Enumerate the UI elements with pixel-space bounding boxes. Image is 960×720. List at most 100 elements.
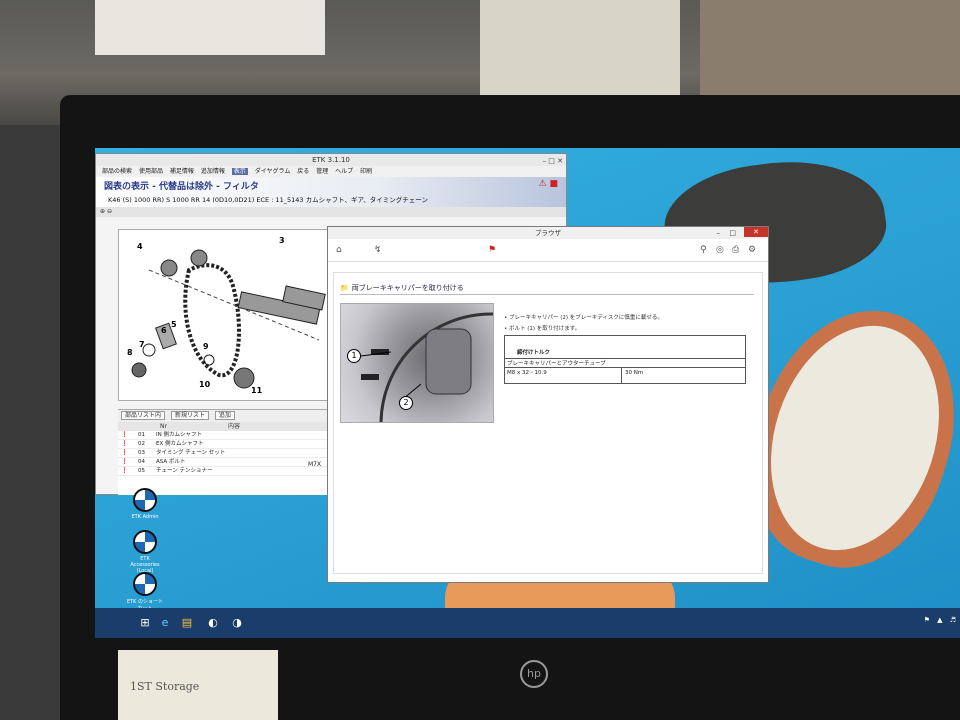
parts-diagram[interactable]: 4 3 5 6 7 8 9 10 11	[118, 229, 330, 401]
network-icon[interactable]: ▲	[937, 616, 942, 624]
row-no: 05	[138, 468, 145, 474]
page-subtitle: K46 (S) 1000 RR) S 1000 RR 14 (0D10,0D21…	[108, 196, 428, 204]
menu-item-supplement[interactable]: 補足情報	[170, 168, 194, 175]
step-2: • ボルト (1) を取り付けます。	[504, 326, 581, 332]
info-icon: ❗	[121, 459, 128, 465]
workshop-shelf	[700, 0, 960, 100]
repair-instructions: 📁 両ブレーキキャリパーを取り付ける 1 2 • ブレーキキャリパー (2) をブ…	[333, 272, 763, 574]
diagram-callout[interactable]: 4	[137, 242, 143, 251]
section-title-text: 両ブレーキキャリパーを取り付ける	[351, 284, 464, 292]
bmw-logo-icon	[133, 530, 157, 554]
tool-icon[interactable]: ↯	[374, 245, 382, 255]
bmw-taskbar-icon[interactable]: ◑	[229, 615, 245, 631]
brake-caliper-photo: 1 2	[340, 303, 603, 536]
list-selector[interactable]: 部品リスト内	[121, 411, 166, 420]
menu-item-additional[interactable]: 追加情報	[201, 168, 225, 175]
diagram-callout[interactable]: 8	[127, 348, 133, 357]
desktop-icon-etk-admin[interactable]: ETK Admin	[125, 488, 165, 520]
row-name: ASA ボルト	[156, 459, 186, 465]
row-name: チェーン テンショナー	[156, 468, 213, 474]
print-icon[interactable]: ⎙	[732, 245, 739, 255]
search-icon[interactable]: ⚲	[700, 245, 707, 255]
desktop-screen: ETK 3.1.10 – □ ✕ 部品の検索 使用部品 補足情報 追加情報 表示…	[95, 148, 960, 638]
diagram-callout[interactable]: 11	[251, 386, 262, 395]
menu-item-diagram[interactable]: ダイヤグラム	[255, 168, 291, 175]
section-title[interactable]: 📁 両ブレーキキャリパーを取り付ける	[340, 283, 464, 293]
parts-side-code: M7X	[308, 461, 322, 468]
etk-title: ETK 3.1.10	[312, 156, 350, 164]
etk-header: 図表の表示 - 代替品は除外 - フィルタ K46 (S) 1000 RR) S…	[96, 177, 566, 207]
row-name: EX 側カムシャフト	[156, 441, 204, 447]
col-no: Nr	[160, 423, 167, 430]
bmw-taskbar-icon[interactable]: ◐	[205, 615, 221, 631]
menu-item-view[interactable]: 表示	[231, 168, 248, 175]
diagram-callout[interactable]: 5	[171, 320, 177, 329]
menu-item-used-parts[interactable]: 使用部品	[139, 168, 163, 175]
flag-icon[interactable]: ⚑	[924, 616, 930, 624]
zoom-toolbar: ⊕ ⊖	[96, 207, 566, 217]
flag-icon[interactable]: ⚑	[488, 245, 496, 255]
diagram-callout[interactable]: 3	[279, 236, 285, 245]
row-no: 04	[138, 459, 145, 465]
info-icon: ❗	[121, 441, 128, 447]
list-mode-dropdown[interactable]: 新規リスト	[170, 411, 209, 420]
start-icon[interactable]: ⊞	[137, 615, 153, 631]
diagram-callout[interactable]: 10	[199, 380, 210, 389]
menu-item-search[interactable]: 部品の検索	[102, 168, 132, 175]
window-controls-icon[interactable]: – □ ✕	[543, 155, 563, 167]
desktop-icon-etk-accessories[interactable]: ETK Accessories (Local)	[125, 530, 165, 574]
menu-item-admin[interactable]: 管理	[316, 168, 328, 175]
row-no: 01	[138, 432, 145, 438]
browser-titlebar[interactable]: ブラウザ – □ ✕	[328, 227, 768, 239]
taskbar: ⊞ e ▤ ◐ ◑ ⚑ ▲ ♬	[95, 608, 960, 638]
binoculars-icon[interactable]: ◎	[716, 245, 724, 255]
exploded-view-drawing	[131, 249, 326, 389]
home-icon[interactable]: ⌂	[336, 245, 342, 255]
info-icon: ❗	[121, 432, 128, 438]
diagram-callout[interactable]: 9	[203, 342, 209, 351]
minimize-icon[interactable]: –	[717, 227, 721, 239]
menu-item-help[interactable]: ヘルプ	[335, 168, 353, 175]
workshop-window	[480, 0, 680, 95]
photo-callout: 1	[347, 349, 361, 363]
torque-table: 締付けトルク ブレーキキャリパーとアウターチューブ M8 x 32 - 10.9…	[504, 335, 746, 384]
browser-window[interactable]: ブラウザ – □ ✕ ⌂ ↯ ⚑ ⚲ ◎ ⎙ ⚙ 📁 両ブレーキキャリパーを取り付…	[327, 226, 769, 583]
warning-icon[interactable]: ⚠ ■	[539, 179, 558, 189]
desktop-icon-label: ETK Admin	[131, 514, 159, 520]
etk-titlebar[interactable]: ETK 3.1.10 – □ ✕	[96, 154, 566, 166]
torque-divider	[621, 368, 622, 383]
caliper-illustration	[360, 312, 603, 536]
desktop-icon-etk-shortcut[interactable]: ETK のショートカット	[125, 572, 165, 612]
info-icon: ❗	[121, 468, 128, 474]
bmw-logo-icon	[133, 572, 157, 596]
browser-title: ブラウザ	[535, 229, 561, 237]
torque-heading: 締付けトルク	[517, 350, 551, 356]
col-name: 内容	[228, 423, 241, 430]
row-name: タイミング チェーン セット	[156, 450, 226, 456]
bmw-logo-icon	[133, 488, 157, 512]
settings-icon[interactable]: ⚙	[748, 245, 756, 255]
file-explorer-icon[interactable]: ▤	[179, 615, 195, 631]
diagram-callout[interactable]: 7	[139, 340, 145, 349]
torque-spec: M8 x 32 - 10.9	[507, 370, 547, 376]
zoom-out-icon[interactable]: ⊖	[107, 208, 112, 215]
etk-menubar: 部品の検索 使用部品 補足情報 追加情報 表示 ダイヤグラム 戻る 管理 ヘルプ…	[96, 166, 566, 177]
torque-row-label: ブレーキキャリパーとアウターチューブ	[505, 358, 745, 368]
row-name: IN 側カムシャフト	[156, 432, 202, 438]
torque-value: 30 Nm	[625, 370, 644, 376]
volume-icon[interactable]: ♬	[950, 616, 956, 624]
paper-note-text: 1ST Storage	[130, 680, 200, 693]
close-icon[interactable]: ✕	[744, 227, 768, 237]
diagram-callout[interactable]: 6	[161, 326, 167, 335]
photo-callout: 2	[399, 396, 413, 410]
menu-item-back[interactable]: 戻る	[297, 168, 309, 175]
ie-icon[interactable]: e	[157, 615, 173, 631]
browser-toolbar: ⌂ ↯ ⚑ ⚲ ◎ ⎙ ⚙	[328, 239, 768, 262]
maximize-icon[interactable]: □	[729, 227, 736, 239]
page-title: 図表の表示 - 代替品は除外 - フィルタ	[104, 182, 259, 192]
menu-item-print[interactable]: 印刷	[360, 168, 372, 175]
add-button[interactable]: 追加	[214, 411, 235, 420]
zoom-in-icon[interactable]: ⊕	[100, 208, 105, 215]
step-2-text: ボルト (1) を取り付けます。	[509, 326, 581, 332]
step-1-text: ブレーキキャリパー (2) をブレーキディスクに慎重に載せる。	[509, 315, 663, 321]
